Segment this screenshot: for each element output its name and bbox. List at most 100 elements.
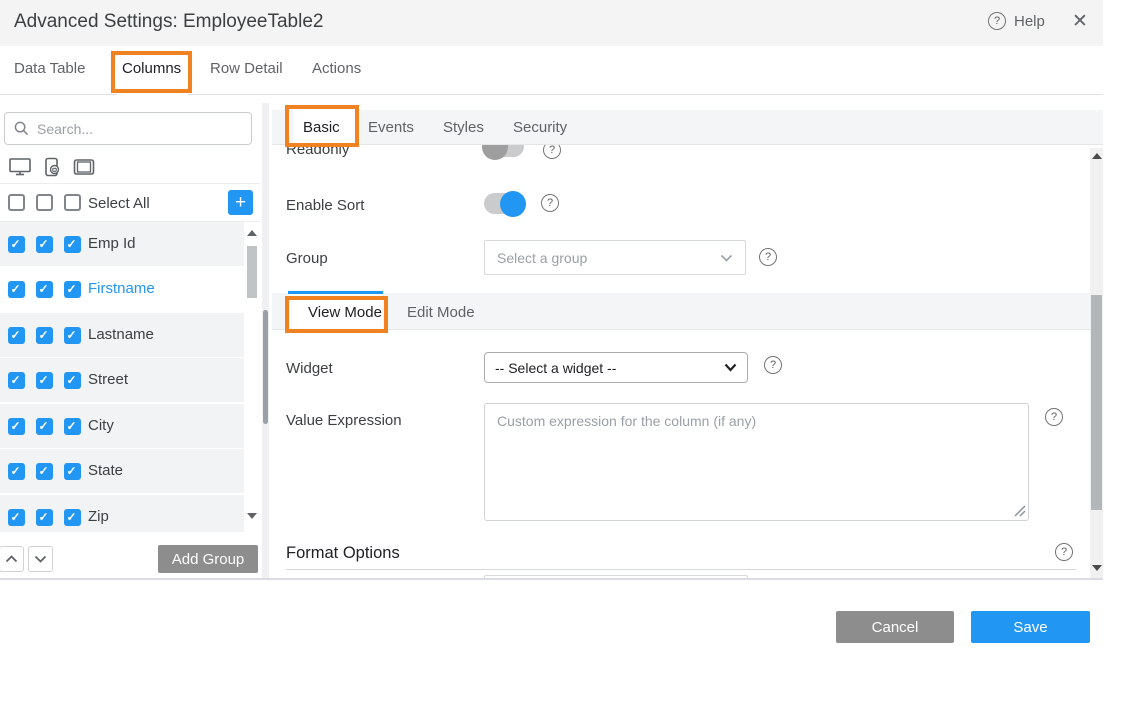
chevron-down-icon — [720, 254, 733, 262]
checkbox-tablet[interactable] — [64, 281, 81, 298]
group-dropdown-placeholder: Select a group — [497, 250, 587, 266]
tab-row-detail[interactable]: Row Detail — [210, 60, 283, 77]
search-field[interactable] — [4, 112, 252, 145]
checkbox-mobile[interactable] — [36, 509, 53, 526]
group-help-icon[interactable]: ? — [759, 248, 777, 266]
enable-sort-toggle[interactable] — [484, 193, 524, 214]
checkbox-desktop[interactable] — [8, 281, 25, 298]
column-row-firstname[interactable]: Firstname — [0, 267, 244, 311]
checkbox-mobile[interactable] — [36, 281, 53, 298]
group-label: Group — [286, 250, 328, 267]
widget-label: Widget — [286, 360, 333, 377]
move-column-down-button[interactable] — [28, 546, 53, 572]
help-button[interactable]: ? Help — [988, 12, 1045, 30]
tab-columns[interactable]: Columns — [122, 60, 181, 77]
checkbox-desktop[interactable] — [8, 372, 25, 389]
chevron-down-icon — [724, 363, 737, 372]
desktop-icon[interactable] — [8, 156, 32, 178]
cancel-button[interactable]: Cancel — [836, 611, 954, 643]
scroll-down-icon[interactable] — [247, 513, 257, 519]
checkbox-tablet[interactable] — [64, 509, 81, 526]
enable-sort-help-icon[interactable]: ? — [541, 194, 559, 212]
column-name: Zip — [88, 495, 109, 532]
column-name: Firstname — [88, 267, 155, 311]
panel-splitter-thumb[interactable] — [263, 310, 268, 424]
select-all-checkbox-tablet[interactable] — [64, 194, 81, 211]
readonly-toggle[interactable] — [484, 145, 524, 157]
widget-select-value: -- Select a widget -- — [495, 360, 616, 376]
column-name: Lastname — [88, 313, 154, 357]
mode-tab-bar — [272, 293, 1090, 330]
checkbox-tablet[interactable] — [64, 236, 81, 253]
checkbox-mobile[interactable] — [36, 463, 53, 480]
checkbox-mobile[interactable] — [36, 236, 53, 253]
tab-events[interactable]: Events — [368, 119, 414, 136]
checkbox-desktop[interactable] — [8, 418, 25, 435]
column-row-lastname[interactable]: Lastname — [0, 313, 244, 357]
tablet-icon[interactable] — [72, 156, 96, 178]
mobile-icon[interactable] — [41, 156, 63, 178]
select-all-label: Select All — [88, 195, 150, 212]
checkbox-tablet[interactable] — [64, 463, 81, 480]
panel-scroll-down-icon[interactable] — [1092, 565, 1102, 571]
checkbox-mobile[interactable] — [36, 372, 53, 389]
checkbox-tablet[interactable] — [64, 327, 81, 344]
close-icon[interactable]: ✕ — [1072, 10, 1088, 33]
panel-scroll-thumb[interactable] — [1091, 295, 1102, 510]
tab-security[interactable]: Security — [513, 119, 567, 136]
value-expression-input[interactable] — [484, 403, 1029, 521]
widget-help-icon[interactable]: ? — [764, 356, 782, 374]
select-all-checkbox-desktop[interactable] — [8, 194, 25, 211]
checkbox-desktop[interactable] — [8, 509, 25, 526]
readonly-help-icon[interactable]: ? — [543, 145, 561, 159]
tab-data-table[interactable]: Data Table — [14, 60, 85, 77]
advanced-settings-dialog: Advanced Settings: EmployeeTable2 ? Help… — [0, 0, 1148, 717]
search-input[interactable] — [37, 121, 237, 137]
select-all-row: Select All + — [0, 184, 260, 222]
column-row-city[interactable]: City — [0, 404, 244, 448]
widget-select[interactable]: -- Select a widget -- — [484, 352, 748, 383]
format-options-divider — [286, 569, 1076, 570]
checkbox-mobile[interactable] — [36, 327, 53, 344]
checkbox-desktop[interactable] — [8, 236, 25, 253]
format-options-help-icon[interactable]: ? — [1055, 543, 1073, 561]
panel-scroll-up-icon[interactable] — [1092, 153, 1102, 159]
column-name: Street — [88, 358, 128, 402]
column-row-emp-id[interactable]: Emp Id — [0, 222, 244, 266]
panel-content: Readonly ? Enable Sort ? Group Select a … — [272, 145, 1090, 578]
group-dropdown[interactable]: Select a group — [484, 240, 746, 275]
checkbox-tablet[interactable] — [64, 418, 81, 435]
add-group-button[interactable]: Add Group — [158, 545, 258, 573]
checkbox-desktop[interactable] — [8, 463, 25, 480]
readonly-label: Readonly — [286, 145, 349, 158]
sidebar-bottom-bar: Add Group — [0, 532, 260, 578]
column-row-street[interactable]: Street — [0, 358, 244, 402]
column-name: Emp Id — [88, 222, 136, 266]
tab-styles[interactable]: Styles — [443, 119, 484, 136]
checkbox-mobile[interactable] — [36, 418, 53, 435]
dialog-title: Advanced Settings: EmployeeTable2 — [14, 11, 323, 33]
column-row-state[interactable]: State — [0, 449, 244, 493]
scroll-up-icon[interactable] — [247, 230, 257, 236]
value-expression-help-icon[interactable]: ? — [1045, 408, 1063, 426]
format-options-heading: Format Options — [286, 544, 400, 563]
column-list-scroll-thumb[interactable] — [247, 246, 257, 298]
column-list: Emp Id Firstname Lastname Street City — [0, 222, 260, 532]
value-expression-label: Value Expression — [286, 412, 402, 429]
search-icon — [14, 121, 29, 136]
tab-view-mode[interactable]: View Mode — [308, 304, 382, 321]
save-button[interactable]: Save — [971, 611, 1090, 643]
tab-basic[interactable]: Basic — [303, 119, 340, 136]
move-column-up-button[interactable] — [0, 546, 24, 572]
add-column-button[interactable]: + — [228, 190, 253, 215]
dialog-bottom-border — [0, 578, 1103, 580]
tab-actions[interactable]: Actions — [312, 60, 361, 77]
column-row-zip[interactable]: Zip — [0, 495, 244, 532]
column-name: State — [88, 449, 123, 493]
checkbox-tablet[interactable] — [64, 372, 81, 389]
checkbox-desktop[interactable] — [8, 327, 25, 344]
select-all-checkbox-mobile[interactable] — [36, 194, 53, 211]
help-icon: ? — [988, 12, 1006, 30]
tab-edit-mode[interactable]: Edit Mode — [407, 304, 475, 321]
column-name: City — [88, 404, 114, 448]
